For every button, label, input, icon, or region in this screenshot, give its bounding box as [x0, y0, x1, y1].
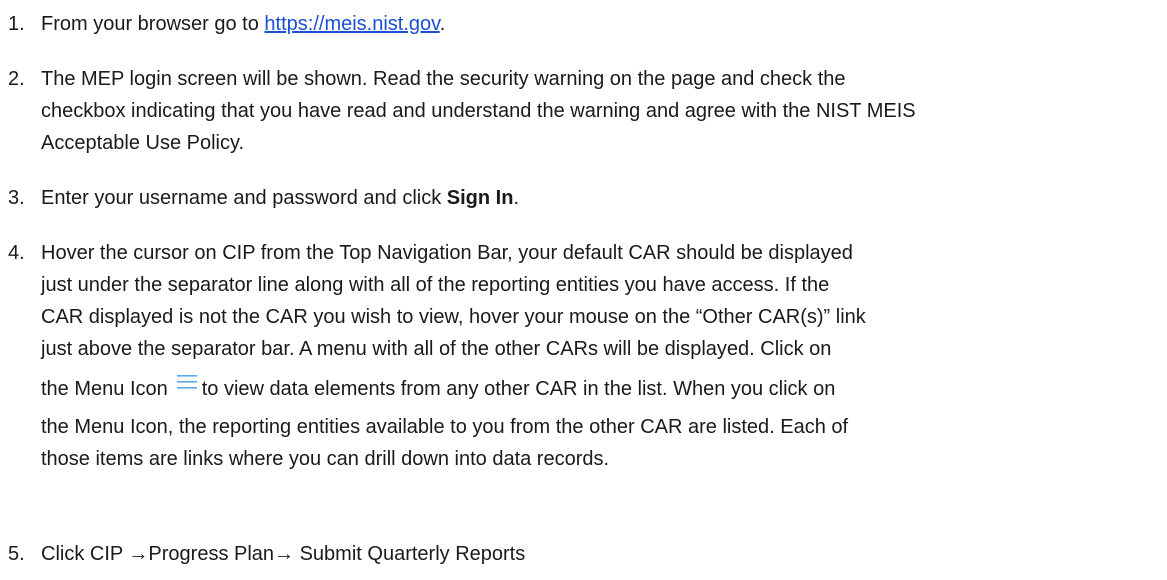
step-text: Enter your username and password and cli… [41, 182, 1161, 214]
step-number: 3. [8, 187, 25, 209]
step-text: From your browser go to https://meis.nis… [41, 8, 1161, 40]
step-text: Click CIP →Progress Plan→ Submit Quarter… [41, 538, 1161, 570]
step-line: the Menu Icon, the reporting entities av… [41, 416, 849, 438]
step-line: CAR displayed is not the CAR you wish to… [41, 306, 866, 328]
step-text: Hover the cursor on CIP from the Top Nav… [41, 237, 1161, 475]
meis-link[interactable]: https://meis.nist.gov [264, 13, 439, 35]
step-line: checkbox indicating that you have read a… [41, 100, 916, 122]
step-number: 4. [8, 242, 25, 264]
step-line: Hover the cursor on CIP from the Top Nav… [41, 242, 853, 264]
menu-icon [176, 373, 198, 391]
step-line: just above the separator bar. A menu wit… [41, 338, 832, 360]
step-line: Click CIP →Progress Plan→ Submit Quarter… [41, 543, 526, 565]
step-text: The MEP login screen will be shown. Read… [41, 63, 1161, 159]
step-line: Acceptable Use Policy. [41, 132, 245, 154]
step-line: just under the separator line along with… [41, 274, 830, 296]
sign-in-label: Sign In [446, 187, 514, 209]
step-text-before: From your browser go to [41, 13, 265, 35]
step-text-after: . [439, 13, 446, 35]
step-line: those items are links where you can dril… [41, 448, 610, 470]
step-line: The MEP login screen will be shown. Read… [41, 68, 846, 90]
step-number: 5. [8, 543, 25, 565]
step-text-before: Enter your username and password and cli… [41, 187, 447, 209]
step-number: 1. [8, 13, 25, 35]
step-text-after: . [513, 187, 519, 209]
document-page: 1. From your browser go to https://meis.… [0, 0, 1167, 580]
step-number: 2. [8, 68, 25, 90]
step-text-before: the Menu Icon [41, 378, 168, 400]
step-line-with-icon: the Menu Icon to view data elements from … [41, 367, 1161, 411]
step-text-after: to view data elements from any other CAR… [201, 378, 836, 400]
